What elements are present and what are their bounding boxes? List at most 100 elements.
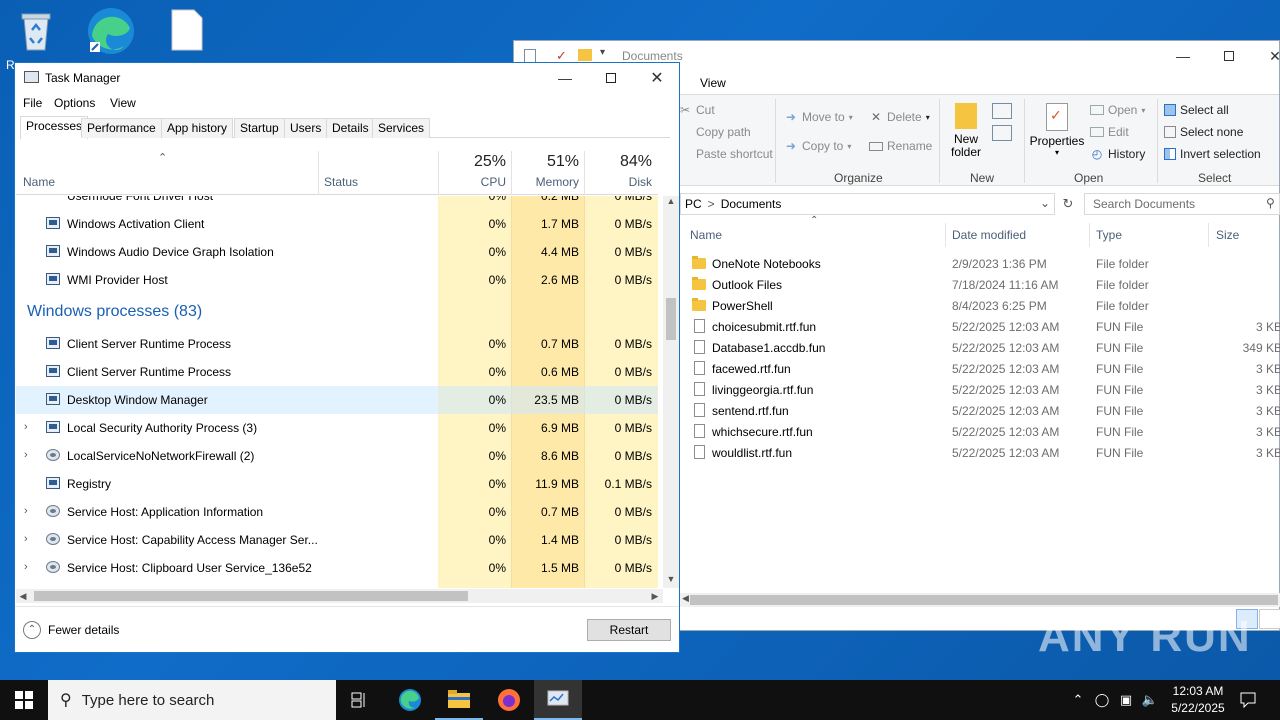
cut-button[interactable]: ✂ Cut [678, 103, 715, 117]
column-cpu[interactable]: CPU [438, 175, 506, 189]
column-memory[interactable]: Memory [511, 175, 579, 189]
quick-access-doc-icon[interactable] [524, 49, 536, 63]
process-row[interactable]: Registry 0% 11.9 MB 0.1 MB/s [16, 470, 658, 498]
scroll-right-icon[interactable]: ▶ [648, 589, 662, 603]
process-row[interactable]: › Service Host: Application Information 0%… [16, 498, 658, 526]
menu-view[interactable]: View [110, 96, 136, 110]
scroll-up-icon[interactable]: ▲ [663, 196, 679, 210]
process-row[interactable]: Client Server Runtime Process 0% 0.7 MB 0 M… [16, 330, 658, 358]
file-row[interactable]: wouldlist.rtf.fun 5/22/2025 12:03 AM FUN F… [690, 443, 1280, 464]
scrollbar-thumb[interactable] [690, 595, 1278, 605]
expand-chevron-icon[interactable]: › [24, 449, 28, 461]
column-disk[interactable]: Disk [584, 175, 652, 189]
search-input[interactable]: Search Documents [1084, 193, 1280, 215]
taskbar-task-manager-button[interactable] [534, 680, 582, 720]
tab-view[interactable]: View [700, 76, 726, 90]
tab-processes[interactable]: Processes [20, 116, 89, 139]
process-row[interactable]: Windows Activation Client 0% 1.7 MB 0 MB/s [16, 210, 658, 238]
recycle-bin-icon[interactable] [14, 6, 62, 54]
file-row[interactable]: PowerShell 8/4/2023 6:25 PM File folder [690, 296, 1280, 317]
tab-app-history[interactable]: App history [161, 118, 234, 138]
maximize-button[interactable] [1206, 41, 1252, 71]
tab-users[interactable]: Users [284, 118, 328, 138]
file-row[interactable]: whichsecure.rtf.fun 5/22/2025 12:03 AM FUN… [690, 422, 1280, 443]
maximize-button[interactable] [588, 63, 634, 93]
refresh-button[interactable]: ↻ [1057, 193, 1079, 215]
network-icon[interactable]: ▣ [1114, 692, 1138, 708]
file-row[interactable]: livinggeorgia.rtf.fun 5/22/2025 12:03 AM F… [690, 380, 1280, 401]
tab-services[interactable]: Services [372, 118, 431, 138]
file-icon[interactable] [166, 8, 214, 56]
vertical-scrollbar[interactable]: ▲ ▼ [663, 196, 679, 588]
edge-icon[interactable] [86, 6, 134, 54]
column-name[interactable]: Name [690, 228, 722, 242]
select-none-button[interactable]: Select none [1164, 125, 1243, 139]
minimize-button[interactable]: — [542, 63, 588, 93]
scroll-left-icon[interactable]: ◀ [682, 593, 689, 604]
new-item-icon[interactable] [992, 103, 1012, 119]
easy-access-icon[interactable] [992, 125, 1012, 141]
select-all-button[interactable]: Select all [1164, 103, 1229, 117]
open-button[interactable]: Open ▾ [1090, 103, 1145, 117]
taskbar-clock[interactable]: 12:03 AM 5/22/2025 [1160, 683, 1236, 717]
taskbar-edge-button[interactable] [386, 680, 434, 720]
horizontal-scrollbar[interactable]: ◀ ▶ [16, 589, 663, 603]
defender-icon[interactable]: ◯ [1090, 692, 1114, 708]
edit-button[interactable]: Edit [1090, 125, 1129, 139]
file-row[interactable]: Database1.accdb.fun 5/22/2025 12:03 AM FUN… [690, 338, 1280, 359]
taskbar-file-explorer-button[interactable] [435, 680, 483, 720]
file-row[interactable]: choicesubmit.rtf.fun 5/22/2025 12:03 AM FU… [690, 317, 1280, 338]
notifications-button[interactable] [1236, 680, 1260, 720]
horizontal-scrollbar[interactable] [680, 593, 1280, 607]
scrollbar-thumb[interactable] [34, 591, 468, 601]
taskbar-firefox-button[interactable] [485, 680, 533, 720]
address-dropdown-icon[interactable]: ⌄ [1040, 196, 1050, 210]
quick-access-dropdown-icon[interactable]: ▾ [600, 47, 605, 58]
delete-button[interactable]: ✕ Delete ▾ [869, 110, 930, 124]
process-row[interactable]: › Service Host: Capability Access Manager… [16, 526, 658, 554]
start-button[interactable] [0, 680, 48, 720]
file-row[interactable]: OneNote Notebooks 2/9/2023 1:36 PM File fo… [690, 254, 1280, 275]
tab-startup[interactable]: Startup [234, 118, 285, 138]
expand-chevron-icon[interactable]: › [24, 561, 28, 573]
address-pc[interactable]: PC [685, 197, 702, 211]
fewer-details-button[interactable]: ⌃ Fewer details [23, 621, 119, 639]
expand-chevron-icon[interactable]: › [24, 421, 28, 433]
column-type[interactable]: Type [1096, 228, 1122, 242]
expand-chevron-icon[interactable]: › [24, 533, 28, 545]
menu-options[interactable]: Options [54, 96, 95, 110]
large-icons-view-button[interactable] [1259, 609, 1280, 629]
task-manager-titlebar[interactable]: Task Manager — ✕ [15, 63, 679, 91]
scrollbar-thumb[interactable] [666, 298, 676, 340]
column-status[interactable]: Status [324, 175, 358, 189]
close-button[interactable]: ✕ [634, 63, 680, 93]
copy-to-button[interactable]: ➜ Copy to ▾ [784, 139, 851, 153]
invert-selection-button[interactable]: Invert selection [1164, 147, 1261, 161]
process-group-header[interactable]: Windows processes (83) [16, 294, 658, 330]
close-button[interactable]: ✕ [1252, 41, 1280, 71]
process-row[interactable]: › LocalServiceNoNetworkFirewall (2) 0% 8.6 … [16, 442, 658, 470]
file-row[interactable]: sentend.rtf.fun 5/22/2025 12:03 AM FUN Fil… [690, 401, 1280, 422]
process-row[interactable]: Desktop Window Manager 0% 23.5 MB 0 MB/s [16, 386, 658, 414]
taskbar-search-input[interactable]: ⚲ Type here to search [48, 680, 336, 720]
tab-details[interactable]: Details [326, 118, 375, 138]
column-date-modified[interactable]: Date modified [952, 228, 1026, 242]
column-size[interactable]: Size [1216, 228, 1239, 242]
paste-shortcut-button[interactable]: Paste shortcut [678, 147, 773, 161]
minimize-button[interactable]: — [1160, 41, 1206, 71]
column-name[interactable]: Name [23, 175, 55, 189]
restart-button[interactable]: Restart [587, 619, 671, 641]
expand-chevron-icon[interactable]: › [24, 505, 28, 517]
history-button[interactable]: ◴ History [1090, 147, 1146, 161]
new-folder-button[interactable]: New folder [948, 103, 984, 159]
menu-file[interactable]: File [23, 96, 42, 110]
address-documents[interactable]: Documents [721, 197, 782, 211]
address-bar[interactable]: PC > Documents ⌄ [680, 193, 1055, 215]
move-to-button[interactable]: ➜ Move to ▾ [784, 110, 853, 124]
tab-performance[interactable]: Performance [81, 118, 162, 138]
file-row[interactable]: Outlook Files 7/18/2024 11:16 AM File fold… [690, 275, 1280, 296]
process-row[interactable]: Client Server Runtime Process 0% 0.6 MB 0 M… [16, 358, 658, 386]
quick-access-folder-icon[interactable] [578, 49, 592, 61]
copy-path-button[interactable]: Copy path [678, 125, 751, 139]
scroll-down-icon[interactable]: ▼ [663, 574, 679, 588]
